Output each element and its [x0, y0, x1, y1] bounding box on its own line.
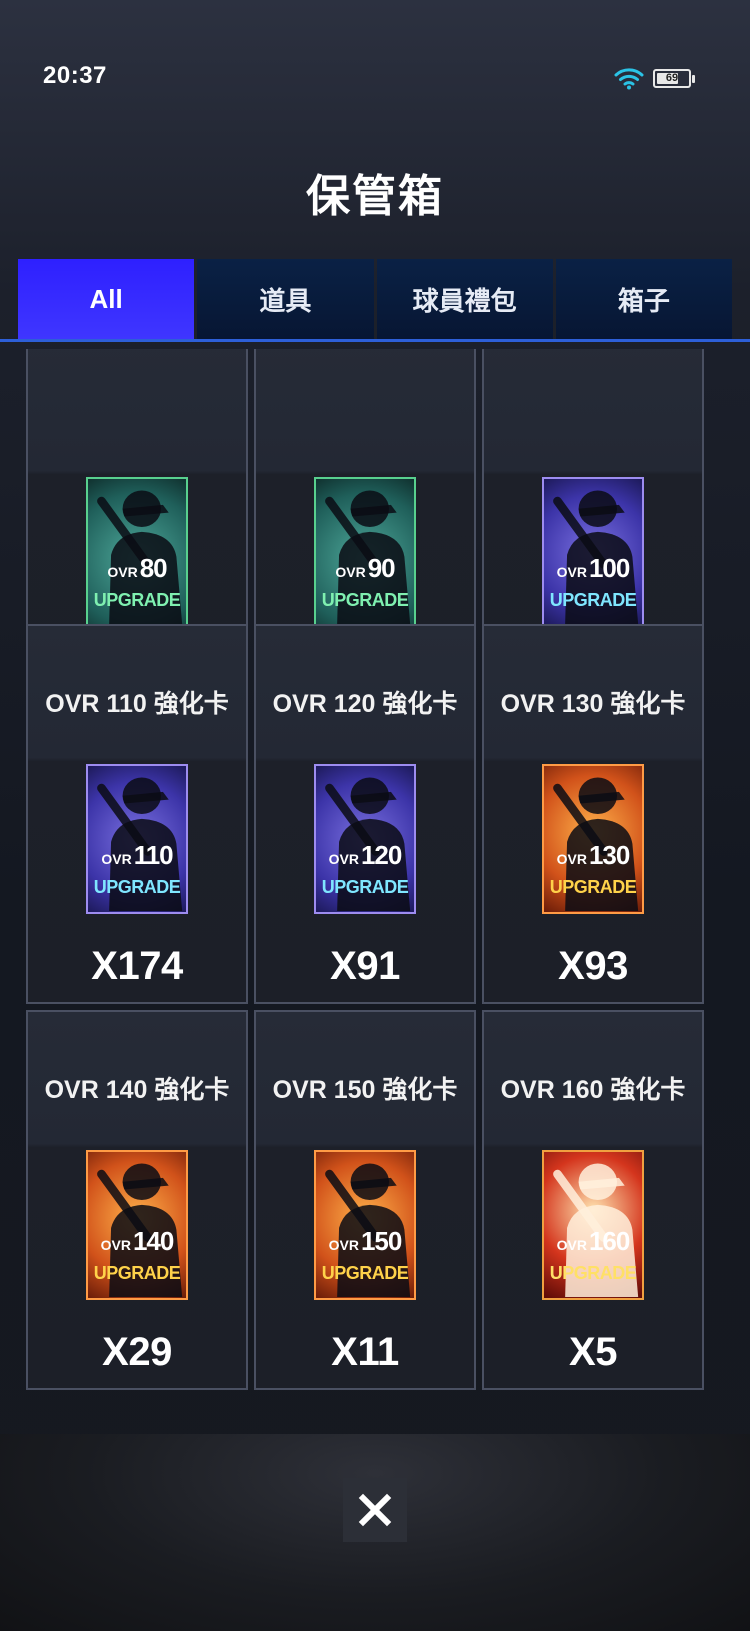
- ovr-prefix: OVR: [328, 851, 359, 867]
- ovr-rating: OVR90: [316, 555, 414, 581]
- tab-boxes[interactable]: 箱子: [555, 259, 732, 339]
- upgrade-text: UPGRADE: [549, 1263, 637, 1283]
- item-card[interactable]: OVR 140 強化卡 OVR140 UPGRADE X29: [26, 1010, 248, 1390]
- ovr-prefix: OVR: [101, 851, 132, 867]
- ovr-value: 130: [588, 840, 630, 870]
- item-label: OVR 150 強化卡: [272, 1076, 458, 1104]
- ovr-value: 120: [360, 840, 402, 870]
- item-count: X29: [102, 1330, 172, 1374]
- category-tabs: All 道具 球員禮包 箱子: [18, 259, 732, 339]
- item-card[interactable]: OVR 130 強化卡 OVR130 UPGRADE X93: [482, 624, 704, 1004]
- upgrade-card-icon: OVR80 UPGRADE: [86, 477, 188, 627]
- ovr-rating: OVR120: [316, 842, 414, 868]
- upgrade-text: UPGRADE: [93, 1263, 181, 1283]
- ovr-value: 80: [139, 553, 168, 583]
- ovr-rating: OVR160: [544, 1228, 642, 1254]
- ovr-value: 140: [132, 1226, 174, 1256]
- battery-level: 69: [665, 72, 679, 84]
- item-label: OVR 120 強化卡: [272, 690, 458, 718]
- upgrade-card-icon: OVR110 UPGRADE: [86, 764, 188, 914]
- item-count: X91: [330, 944, 400, 988]
- ovr-prefix: OVR: [107, 564, 138, 580]
- ovr-rating: OVR100: [544, 555, 642, 581]
- status-bar: 20:37 69: [0, 0, 750, 130]
- upgrade-text: UPGRADE: [549, 877, 637, 897]
- item-card[interactable]: OVR 160 強化卡 OVR160 UPGRADE X5: [482, 1010, 704, 1390]
- ovr-rating: OVR130: [544, 842, 642, 868]
- item-label: OVR 130 強化卡: [500, 690, 686, 718]
- upgrade-card-icon: OVR130 UPGRADE: [542, 764, 644, 914]
- upgrade-card-icon: OVR160 UPGRADE: [542, 1150, 644, 1300]
- tab-items[interactable]: 道具: [197, 259, 374, 339]
- item-label: OVR 110 強化卡: [45, 690, 229, 718]
- tab-all[interactable]: All: [18, 259, 195, 339]
- upgrade-text: UPGRADE: [321, 1263, 409, 1283]
- upgrade-card-icon: OVR120 UPGRADE: [314, 764, 416, 914]
- item-grid: OVR80UPGRADEX42,977OVR90UPGRADEX17,566OV…: [26, 349, 724, 1434]
- ovr-value: 160: [588, 1226, 630, 1256]
- upgrade-card-icon: OVR100 UPGRADE: [542, 477, 644, 627]
- tab-player-packs[interactable]: 球員禮包: [376, 259, 553, 339]
- upgrade-text: UPGRADE: [321, 877, 409, 897]
- page-title: 保管箱: [306, 171, 444, 222]
- upgrade-card-icon: OVR140 UPGRADE: [86, 1150, 188, 1300]
- upgrade-text: UPGRADE: [93, 590, 181, 610]
- close-icon: [358, 1493, 392, 1527]
- ovr-prefix: OVR: [556, 1237, 587, 1253]
- upgrade-text: UPGRADE: [321, 590, 409, 610]
- battery-icon: 69: [653, 69, 695, 88]
- item-card[interactable]: OVR 120 強化卡 OVR120 UPGRADE X91: [254, 624, 476, 1004]
- wifi-icon: [614, 68, 644, 90]
- ovr-prefix: OVR: [335, 564, 366, 580]
- ovr-prefix: OVR: [556, 564, 587, 580]
- ovr-rating: OVR80: [88, 555, 186, 581]
- ovr-prefix: OVR: [328, 1237, 359, 1253]
- ovr-prefix: OVR: [100, 1237, 131, 1253]
- upgrade-text: UPGRADE: [549, 590, 637, 610]
- upgrade-card-icon: OVR150 UPGRADE: [314, 1150, 416, 1300]
- upgrade-text: UPGRADE: [93, 877, 181, 897]
- item-count: X174: [91, 944, 183, 988]
- item-label: OVR 160 強化卡: [500, 1076, 686, 1104]
- item-count: X11: [331, 1330, 399, 1374]
- item-card[interactable]: OVR 150 強化卡 OVR150 UPGRADE X11: [254, 1010, 476, 1390]
- ovr-value: 110: [133, 840, 174, 870]
- ovr-rating: OVR150: [316, 1228, 414, 1254]
- item-count: X93: [558, 944, 628, 988]
- ovr-value: 100: [588, 553, 630, 583]
- item-card[interactable]: OVR 110 強化卡 OVR110 UPGRADE X174: [26, 624, 248, 1004]
- close-button[interactable]: [343, 1478, 407, 1542]
- ovr-value: 90: [367, 553, 396, 583]
- item-count: X5: [569, 1330, 617, 1374]
- ovr-rating: OVR140: [88, 1228, 186, 1254]
- tabs-underline: [0, 339, 750, 342]
- upgrade-card-icon: OVR90 UPGRADE: [314, 477, 416, 627]
- ovr-prefix: OVR: [556, 851, 587, 867]
- ovr-value: 150: [360, 1226, 402, 1256]
- ovr-rating: OVR110: [88, 842, 186, 868]
- status-time: 20:37: [43, 62, 107, 89]
- item-label: OVR 140 強化卡: [44, 1076, 230, 1104]
